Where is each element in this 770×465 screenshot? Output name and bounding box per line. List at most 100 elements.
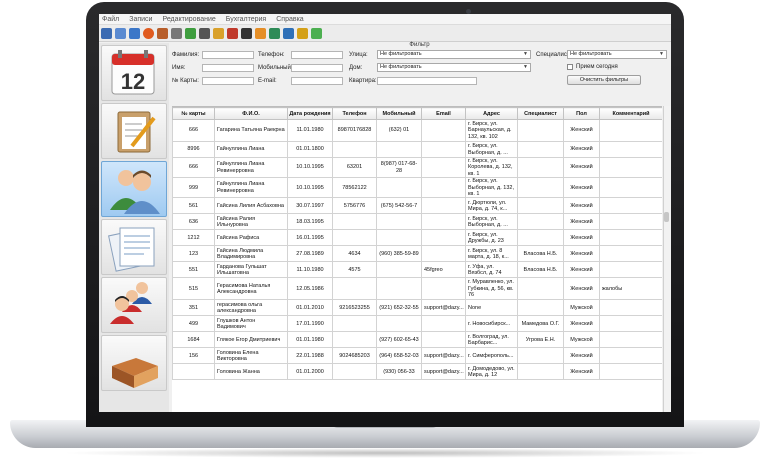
gear-icon[interactable] bbox=[199, 27, 210, 39]
cell-specialist: Угрова Е.Н. bbox=[517, 331, 564, 349]
specialist-select[interactable]: Не фильтровать ▼ bbox=[567, 50, 667, 59]
table-row[interactable]: 1684 Глякое Егор Дмитриевич 01.01.1980 (927… bbox=[172, 331, 662, 349]
table-row[interactable]: 551 Гарданова Гульшат Ильшатовна 11.10.198… bbox=[172, 261, 662, 279]
table-row[interactable]: 499 Глушков Антон Вадимович 17.01.1990 г. Н… bbox=[172, 315, 662, 333]
cell-sex: Женский bbox=[563, 213, 600, 231]
cell-mobile bbox=[376, 229, 422, 247]
cell-sex: Мужской bbox=[563, 299, 600, 317]
documents-icon bbox=[108, 227, 155, 272]
pin-icon[interactable] bbox=[171, 27, 182, 39]
col-birth[interactable]: Дата рождения bbox=[287, 107, 333, 120]
email-input[interactable] bbox=[291, 77, 343, 85]
table-row[interactable]: 999 Гайнуллина Лиана Ревинерровна 10.10.19… bbox=[172, 177, 662, 199]
cell-address: г. Бирск, ул. 8 марта, д. 18, к... bbox=[465, 245, 518, 263]
cell-birth: 10.10.1995 bbox=[287, 156, 333, 179]
cell-fio: Гайсина Рафиса bbox=[214, 229, 288, 247]
chevron-down-icon: ▼ bbox=[659, 51, 664, 57]
film-icon[interactable] bbox=[241, 27, 252, 39]
cell-address: г. Бирск, ул. Королева, д. 132, кв. 1 bbox=[465, 156, 518, 179]
table-row[interactable]: 156 Головина Елена Викторовна 22.01.1988 90… bbox=[172, 347, 662, 365]
cell-phone bbox=[332, 229, 377, 247]
table-row[interactable]: 1212 Гайсина Рафиса 16.01.1995 г. Бирск, ул… bbox=[172, 229, 662, 247]
basket-icon[interactable] bbox=[269, 27, 280, 39]
table-scrollbar[interactable] bbox=[663, 106, 671, 412]
menu-records[interactable]: Записи bbox=[129, 14, 152, 24]
cell-comment bbox=[599, 331, 662, 349]
house-select[interactable]: Не фильтровать ▼ bbox=[377, 63, 531, 72]
col-comment[interactable]: Комментарий bbox=[599, 107, 662, 120]
sidebar-patients[interactable] bbox=[101, 161, 167, 217]
col-specialist[interactable]: Специалист bbox=[517, 107, 564, 120]
menu-edit[interactable]: Редактирование bbox=[162, 14, 215, 24]
house-select-value: Не фильтровать bbox=[380, 64, 422, 70]
name-input[interactable] bbox=[202, 64, 254, 72]
table-row[interactable]: 666 Гайнуллина Лиана Ревинерровна 10.10.19… bbox=[172, 156, 662, 179]
col-mobile[interactable]: Мобильный bbox=[376, 107, 422, 120]
menu-file[interactable]: Файл bbox=[102, 14, 119, 24]
phone-input[interactable] bbox=[291, 51, 343, 59]
house-icon[interactable] bbox=[157, 27, 168, 39]
cell-phone: 63201 bbox=[332, 156, 377, 179]
cell-sex: Женский bbox=[563, 197, 600, 215]
cell-sex: Женский bbox=[563, 315, 600, 333]
sidebar-notes[interactable] bbox=[101, 103, 167, 159]
table-row[interactable]: 8996 Гайнуллина Лиана 01.01.1800 г. Бирск, … bbox=[172, 141, 662, 158]
col-card[interactable]: № карты bbox=[172, 107, 215, 120]
table-row[interactable]: 123 Гайсина Людмила Владимировна 27.08.198… bbox=[172, 245, 662, 263]
table-row[interactable]: Головина Жанна 01.01.2000 (930) 056-33 supp… bbox=[172, 363, 662, 381]
cell-sex: Женский bbox=[563, 261, 600, 279]
sidebar-documents[interactable] bbox=[101, 219, 167, 275]
card-input[interactable] bbox=[202, 77, 254, 85]
cell-sex: Женский bbox=[563, 177, 600, 199]
cell-card: 8996 bbox=[172, 141, 215, 158]
cell-comment bbox=[599, 245, 662, 263]
gift-icon[interactable] bbox=[255, 27, 266, 39]
book-icon[interactable] bbox=[227, 27, 238, 39]
col-fio[interactable]: Ф.И.О. bbox=[214, 107, 288, 120]
surname-input[interactable] bbox=[202, 51, 254, 59]
picture-icon[interactable] bbox=[185, 27, 196, 39]
edit-icon[interactable] bbox=[213, 27, 224, 39]
stop-icon[interactable] bbox=[143, 27, 154, 39]
group-icon bbox=[110, 282, 152, 324]
col-phone[interactable]: Телефон bbox=[332, 107, 377, 120]
col-sex[interactable]: Пол bbox=[563, 107, 600, 120]
cell-email bbox=[421, 245, 466, 263]
street-select[interactable]: Не фильтровать ▼ bbox=[377, 50, 531, 59]
menu-accounting[interactable]: Бухгалтерия bbox=[226, 14, 266, 24]
cell-comment bbox=[599, 156, 662, 179]
patients-table: № карты Ф.И.О. Дата рождения Телефон Моб… bbox=[172, 106, 662, 412]
cell-mobile: (964) 658-52-03 bbox=[376, 347, 422, 365]
chat-icon[interactable] bbox=[311, 27, 322, 39]
cell-phone bbox=[332, 141, 377, 158]
sidebar-books[interactable] bbox=[101, 335, 167, 391]
table-row[interactable]: 666 Гагарина Татьяна Раекрна 11.01.1980 898… bbox=[172, 119, 662, 142]
house-label: Дом: bbox=[349, 65, 363, 71]
table-row[interactable]: 351 герасимова ольга александровна 01.01.2… bbox=[172, 299, 662, 317]
table-row[interactable]: 636 Гайсина Ралия Ильнуровна 18.03.1995 г. … bbox=[172, 213, 662, 231]
sidebar-staff[interactable] bbox=[101, 277, 167, 333]
cell-specialist bbox=[517, 177, 564, 199]
menu-help[interactable]: Справка bbox=[276, 14, 303, 24]
user-icon[interactable] bbox=[283, 27, 294, 39]
sidebar-calendar[interactable]: 12 bbox=[101, 45, 167, 101]
table-row[interactable]: 561 Гайсина Лилия Асбаховна 30.07.1997 5756… bbox=[172, 197, 662, 215]
clear-filters-button[interactable]: Очистить фильтры bbox=[567, 75, 641, 85]
cell-phone: 4634 bbox=[332, 245, 377, 263]
calendar-icon[interactable] bbox=[115, 27, 126, 39]
home-icon[interactable] bbox=[101, 27, 112, 39]
cell-comment bbox=[599, 213, 662, 231]
cell-email bbox=[421, 156, 466, 179]
scrollbar-thumb[interactable] bbox=[664, 212, 669, 222]
today-checkbox[interactable] bbox=[567, 64, 573, 70]
table-row[interactable]: 515 Герасимова Наталья Александровна 12.05… bbox=[172, 277, 662, 301]
save-icon[interactable] bbox=[129, 27, 140, 39]
col-email[interactable]: Email bbox=[421, 107, 466, 120]
flat-input[interactable] bbox=[377, 77, 477, 85]
cell-birth: 17.01.1990 bbox=[287, 315, 333, 333]
col-address[interactable]: Адрес bbox=[465, 107, 518, 120]
coins-icon[interactable] bbox=[297, 27, 308, 39]
mobile-input[interactable] bbox=[291, 64, 343, 72]
cell-address: г. Бирск, ул. Выборная, д. ... bbox=[465, 213, 518, 231]
cell-specialist bbox=[517, 277, 564, 301]
